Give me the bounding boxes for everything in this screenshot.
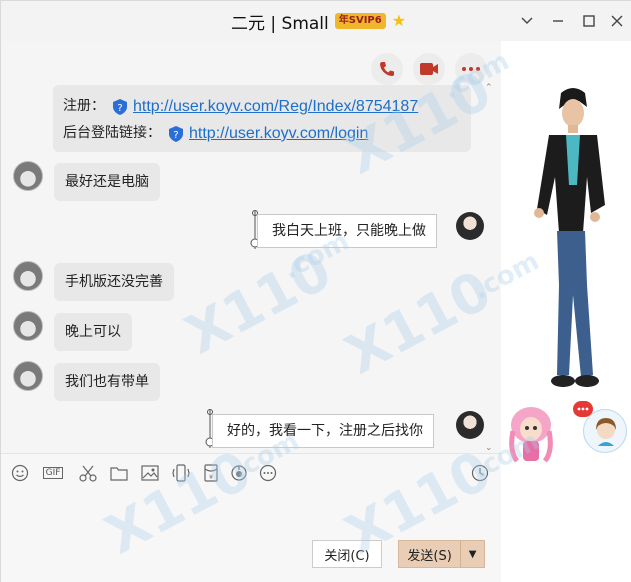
profile-show-panel — [501, 41, 631, 582]
close-button[interactable]: 关闭(C) — [312, 540, 382, 568]
login-link[interactable]: http://user.koyv.com/login — [189, 120, 368, 147]
message-bubble: 我们也有带单 — [54, 363, 160, 401]
avatar[interactable] — [13, 311, 43, 341]
more-button[interactable] — [455, 53, 487, 85]
star-icon[interactable]: ★ — [392, 13, 406, 29]
gif-icon[interactable]: GIF — [41, 464, 65, 482]
more-icon — [462, 67, 480, 71]
video-call-button[interactable] — [413, 53, 445, 85]
send-button[interactable]: 发送(S) ▼ — [398, 540, 485, 568]
emoji-icon[interactable] — [11, 464, 29, 482]
history-icon[interactable] — [471, 464, 489, 482]
link-row-login: 后台登陆链接： ? http://user.koyv.com/login — [63, 120, 461, 147]
avatar[interactable] — [13, 161, 43, 191]
window-title: 二元 | Small — [231, 13, 329, 34]
link-label: 后台登陆链接： — [63, 125, 161, 141]
title-group: 二元 | Small 年SVIP6 ★ — [231, 9, 406, 34]
link-label: 注册： — [63, 98, 105, 114]
send-label: 发送(S) — [407, 548, 452, 564]
shield-icon: ? — [113, 98, 127, 115]
chevron-down-icon[interactable] — [516, 10, 538, 32]
message-bubble: 好的，我看一下，注册之后找你 — [212, 414, 434, 448]
chat-toolbar — [371, 53, 487, 85]
message-input[interactable]: 关闭(C) 发送(S) ▼ — [1, 491, 501, 582]
avatar-show-figure[interactable] — [521, 85, 621, 405]
gif-label: GIF — [42, 467, 64, 479]
video-icon — [420, 63, 438, 75]
chat-window: 二元 | Small 年SVIP6 ★ 注册： ? http://user.ko… — [0, 0, 631, 582]
scissors-icon[interactable] — [79, 464, 97, 482]
avatar[interactable] — [456, 212, 484, 240]
assistant-avatar[interactable] — [583, 409, 627, 453]
more-icon[interactable] — [573, 401, 593, 417]
message-bubble: 最好还是电脑 — [54, 163, 160, 201]
link-row-register: 注册： ? http://user.koyv.com/Reg/Index/875… — [63, 93, 461, 120]
avatar[interactable] — [13, 261, 43, 291]
scroll-up-icon[interactable]: ⌃ — [485, 83, 493, 93]
title-bar: 二元 | Small 年SVIP6 ★ — [1, 1, 631, 41]
vip-badge[interactable]: 年SVIP6 — [334, 13, 386, 29]
voice-icon[interactable] — [230, 464, 248, 482]
register-link[interactable]: http://user.koyv.com/Reg/Index/8754187 — [133, 93, 418, 120]
image-icon[interactable] — [141, 464, 159, 482]
close-icon[interactable] — [606, 10, 628, 32]
phone-call-button[interactable] — [371, 53, 403, 85]
pet-character[interactable] — [503, 401, 559, 465]
message-bubble: 我白天上班，只能晚上做 — [257, 214, 437, 248]
shake-icon[interactable] — [172, 464, 190, 482]
svg-text:¥: ¥ — [209, 474, 213, 481]
avatar[interactable] — [456, 411, 484, 439]
svg-text:?: ? — [117, 103, 122, 114]
shield-icon: ? — [169, 125, 183, 142]
message-bubble: 晚上可以 — [54, 313, 132, 351]
folder-icon[interactable] — [110, 464, 128, 482]
svg-text:?: ? — [173, 130, 178, 141]
phone-icon — [380, 62, 394, 76]
message-bubble-links: 注册： ? http://user.koyv.com/Reg/Index/875… — [53, 85, 471, 152]
girl-avatar-icon — [596, 418, 616, 446]
message-list[interactable]: 注册： ? http://user.koyv.com/Reg/Index/875… — [1, 41, 501, 453]
chevron-down-icon[interactable]: ▼ — [460, 541, 484, 567]
red-packet-icon[interactable]: ¥ — [202, 464, 220, 482]
minimize-icon[interactable] — [547, 10, 569, 32]
message-bubble: 手机版还没完善 — [54, 263, 174, 301]
maximize-icon[interactable] — [578, 10, 600, 32]
more-icon[interactable] — [259, 464, 277, 482]
input-toolbar: GIF ¥ — [1, 453, 501, 491]
avatar[interactable] — [13, 361, 43, 391]
scroll-down-icon[interactable]: ⌄ — [485, 443, 493, 453]
